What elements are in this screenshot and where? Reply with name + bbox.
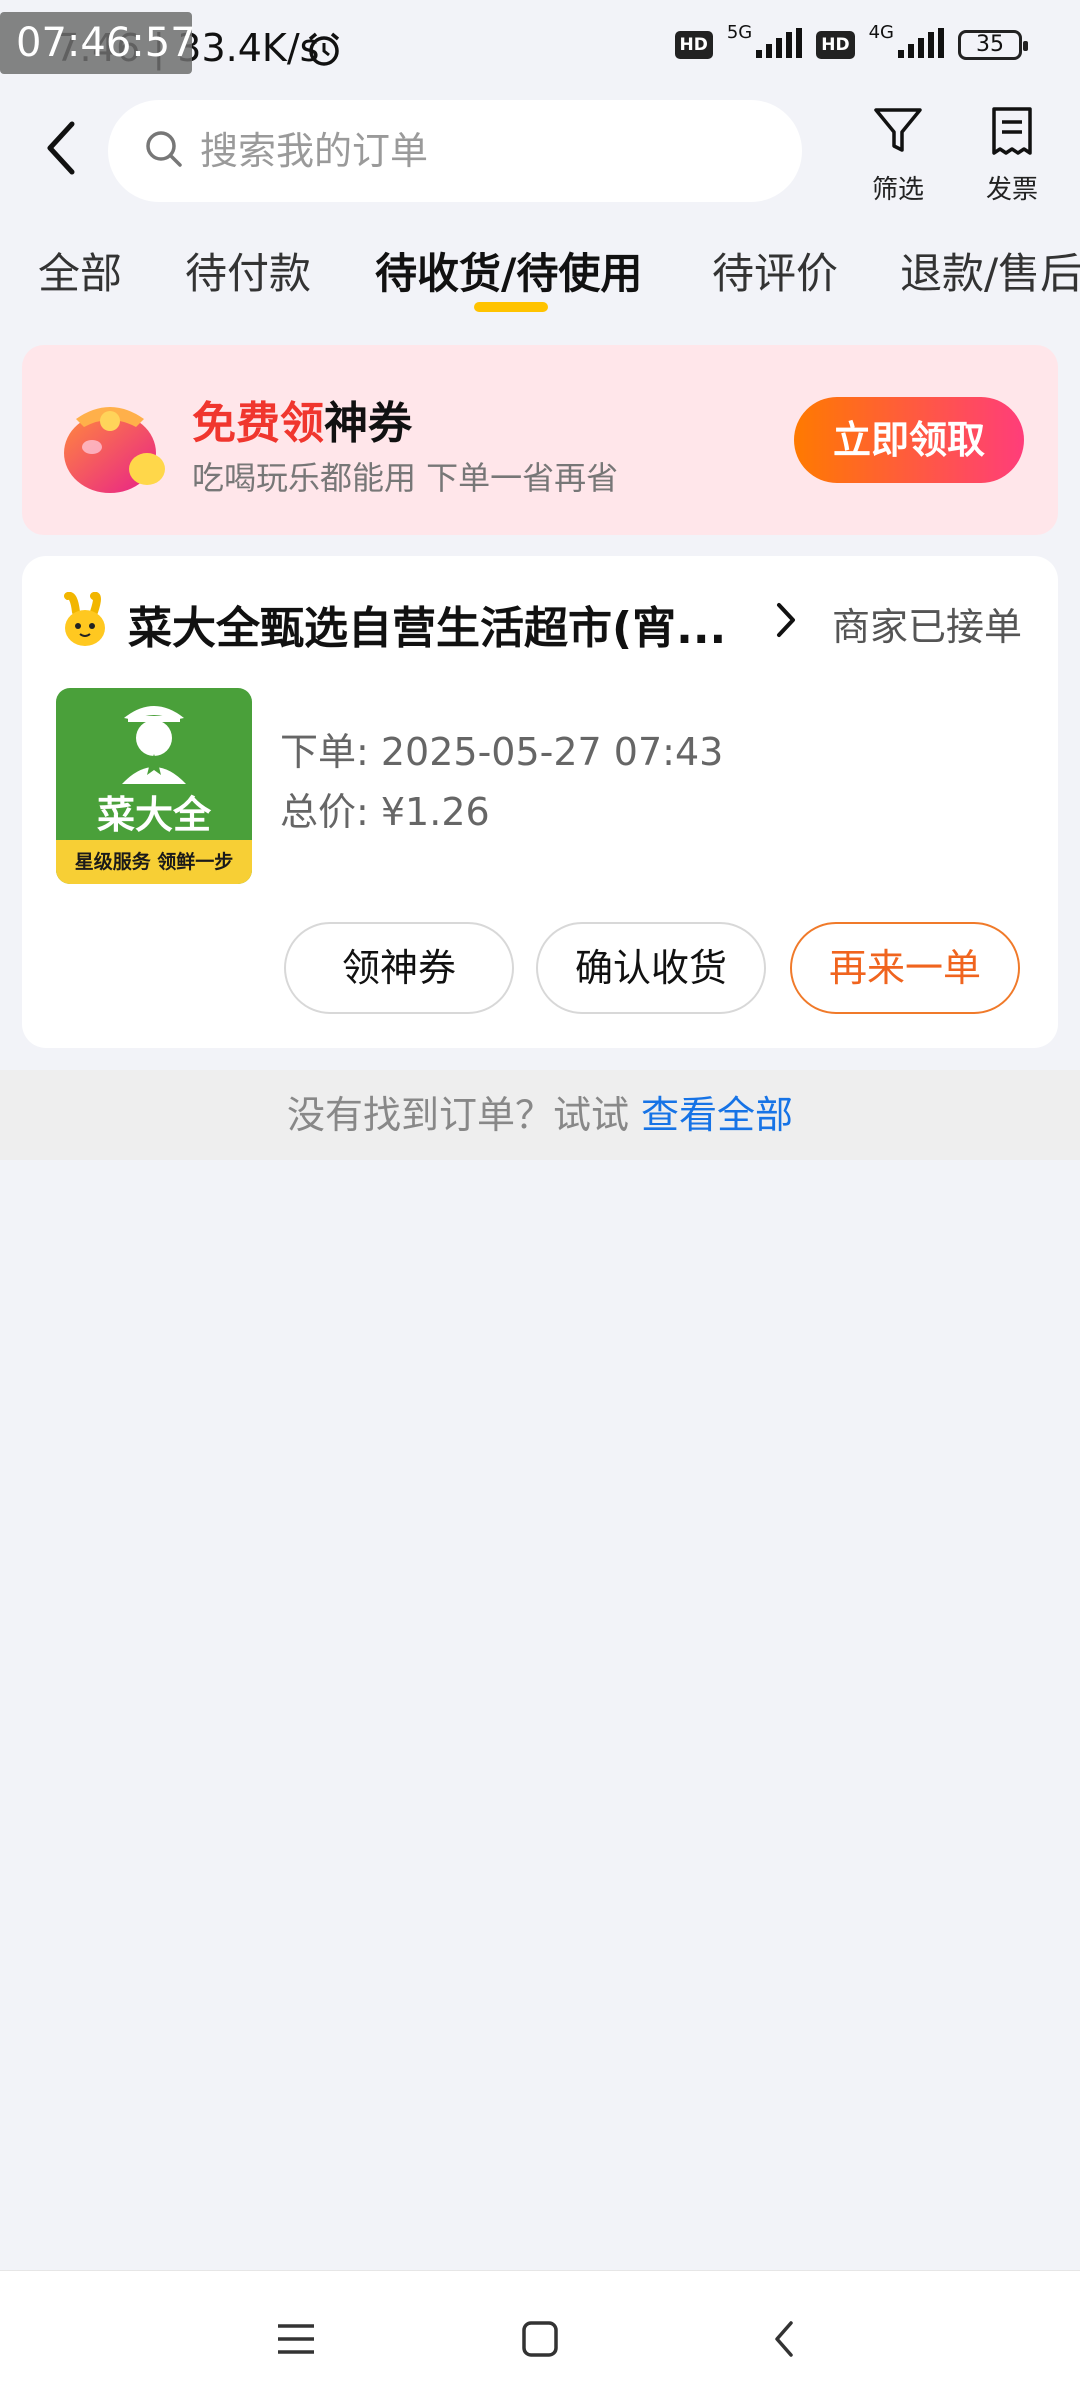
back-nav-icon[interactable] [754,2309,814,2369]
promo-subtitle: 吃喝玩乐都能用 下单一省再省 [192,459,619,497]
chevron-right-icon[interactable] [774,600,798,644]
active-tab-indicator [474,302,548,312]
logo-name: 菜大全 [96,793,211,837]
signal-icon [756,28,803,62]
order-card[interactable]: 菜大全甄选自营生活超市(宵... 商家已接单 菜大全 星级服务 领鲜一步 下单:… [22,556,1058,1048]
network-type-label: 5G [726,21,753,43]
menu-icon[interactable] [266,2309,326,2369]
filter-label: 筛选 [871,175,924,205]
coupon-promo-banner[interactable]: 免费领神券 吃喝玩乐都能用 下单一省再省 立即领取 [22,345,1058,535]
promo-title-highlight: 免费领 [192,398,324,449]
order-time: 下单: 2025-05-27 07:43 [280,730,724,774]
screen-record-timer: 07:46:57 [0,12,196,74]
invoice-icon [989,106,1035,163]
store-logo-image[interactable]: 菜大全 星级服务 领鲜一步 [56,688,252,884]
tab-pending-receipt[interactable]: 待收货/待使用 [375,240,642,301]
header: 筛选 发票 [0,100,1080,210]
lucky-bag-icon [52,383,172,505]
order-total: 总价: ¥1.26 [280,790,490,834]
hd-badge: HD [816,31,855,59]
farmer-icon [122,706,186,784]
no-order-hint: 没有找到订单？试试 查看全部 [0,1070,1080,1160]
back-arrow-icon [47,121,75,175]
order-tabs: 全部 待付款 待收货/待使用 待评价 退款/售后 [0,240,1080,320]
tab-pending-payment[interactable]: 待付款 [185,240,311,301]
search-input[interactable] [200,129,760,173]
shop-name[interactable]: 菜大全甄选自营生活超市(宵... [128,592,758,656]
promo-title-rest: 神券 [324,398,412,449]
status-bar: 7:46 | 33.4K/s 07:46:57 HD 5G HD 4G 35 [0,0,1080,100]
filter-button[interactable]: 筛选 [858,106,938,206]
claim-coupon-button[interactable]: 立即领取 [794,397,1024,483]
tab-refund[interactable]: 退款/售后 [900,240,1080,301]
order-status: 商家已接单 [831,605,1022,649]
hint-text: 没有找到订单？试试 [286,1093,642,1137]
invoice-button[interactable]: 发票 [972,106,1052,206]
signal-icon [898,28,944,62]
shop-mascot-icon [58,591,112,652]
search-icon [144,129,184,173]
promo-title: 免费领神券 [192,387,412,451]
system-nav-bar [0,2270,1080,2400]
home-icon[interactable] [510,2309,570,2369]
network-type-label: 4G [868,21,894,43]
view-all-link[interactable]: 查看全部 [641,1093,793,1137]
filter-icon [872,106,924,163]
tab-all[interactable]: 全部 [38,240,122,301]
battery-icon: 35 [958,30,1028,60]
tab-pending-review[interactable]: 待评价 [712,240,838,301]
invoice-label: 发票 [985,175,1038,205]
get-coupon-button[interactable]: 领神券 [284,922,514,1014]
reorder-button[interactable]: 再来一单 [790,922,1020,1014]
hd-badge: HD [674,31,713,59]
back-button[interactable] [40,118,100,188]
logo-slogan: 星级服务 领鲜一步 [56,840,252,884]
confirm-receipt-button[interactable]: 确认收货 [536,922,766,1014]
alarm-icon [305,30,343,72]
status-indicators: HD 5G HD 4G 35 [674,22,1028,62]
search-box[interactable] [108,100,802,202]
